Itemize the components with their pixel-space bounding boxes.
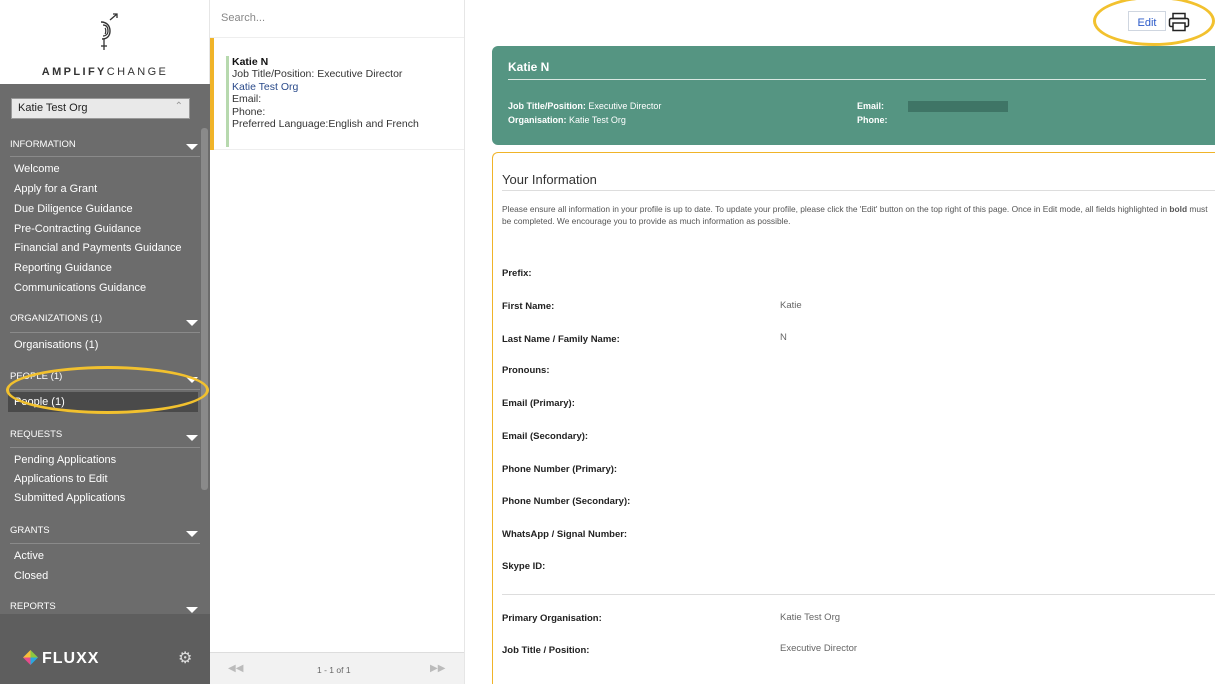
- section-title: Your Information: [502, 172, 597, 187]
- divider: [508, 79, 1206, 80]
- field-label-skype: Skype ID:: [502, 561, 546, 572]
- header-email: Email:: [857, 101, 885, 111]
- sidebar-item-organisations[interactable]: Organisations (1): [14, 339, 98, 351]
- card-organisation-link[interactable]: Katie Test Org: [232, 81, 298, 93]
- sidebar-nav: Katie Test Org ⌃ INFORMATION Welcome App…: [0, 84, 210, 614]
- edit-button[interactable]: Edit: [1128, 11, 1166, 31]
- sidebar-item-welcome[interactable]: Welcome: [14, 163, 60, 175]
- selected-accent: [210, 38, 214, 150]
- divider: [10, 447, 200, 448]
- profile-header-card: Katie N Job Title/Position: Executive Di…: [492, 46, 1215, 145]
- collapse-arrow-icon[interactable]: [186, 320, 198, 326]
- section-people-header[interactable]: PEOPLE (1): [10, 371, 62, 382]
- field-label-phone-primary: Phone Number (Primary):: [502, 464, 618, 475]
- field-label-first-name: First Name:: [502, 301, 555, 312]
- divider: [502, 190, 1215, 191]
- field-value-first-name: Katie: [780, 300, 802, 311]
- section-reports-header[interactable]: REPORTS: [10, 601, 56, 612]
- sidebar-item-due-diligence[interactable]: Due Diligence Guidance: [14, 203, 133, 215]
- brand-wordmark: AMPLIFYCHANGE: [41, 66, 169, 78]
- header-phone: Phone:: [857, 115, 888, 125]
- sidebar-item-people[interactable]: People (1): [8, 392, 198, 412]
- list-item[interactable]: Katie N Job Title/Position: Executive Di…: [210, 38, 464, 150]
- field-label-email-secondary: Email (Secondary):: [502, 431, 589, 442]
- organisation-select-value: Katie Test Org: [18, 102, 88, 114]
- card-phone: Phone:: [232, 106, 266, 118]
- header-job-title: Job Title/Position: Executive Director: [508, 101, 662, 111]
- section-grants-header[interactable]: GRANTS: [10, 525, 50, 536]
- select-caret-icon: ⌃: [174, 101, 183, 112]
- sidebar-item-applications-to-edit[interactable]: Applications to Edit: [14, 473, 108, 485]
- collapse-arrow-icon[interactable]: [186, 435, 198, 441]
- sidebar-item-active[interactable]: Active: [14, 550, 44, 562]
- header-organisation: Organisation: Katie Test Org: [508, 115, 626, 125]
- sidebar: AMPLIFYCHANGE Katie Test Org ⌃ INFORMATI…: [0, 0, 210, 684]
- profile-name: Katie N: [508, 60, 550, 74]
- prev-page-icon[interactable]: ◀◀: [228, 663, 243, 674]
- field-label-last-name: Last Name / Family Name:: [502, 334, 620, 345]
- card-name: Katie N: [232, 56, 269, 68]
- sidebar-item-reporting-guidance[interactable]: Reporting Guidance: [14, 262, 112, 274]
- print-icon[interactable]: [1168, 12, 1190, 32]
- page-info: 1 - 1 of 1: [317, 665, 351, 675]
- sidebar-scrollbar[interactable]: [201, 128, 208, 490]
- amplifychange-logo-icon: [100, 13, 118, 50]
- divider: [502, 594, 1215, 595]
- card-language: Preferred Language:English and French: [232, 118, 419, 130]
- field-label-primary-organisation: Primary Organisation:: [502, 613, 602, 624]
- collapse-arrow-icon[interactable]: [186, 531, 198, 537]
- redacted-email: [908, 101, 1008, 112]
- collapse-arrow-icon[interactable]: [186, 377, 198, 383]
- sidebar-item-pending-applications[interactable]: Pending Applications: [14, 454, 116, 466]
- field-value-primary-organisation: Katie Test Org: [780, 612, 841, 623]
- profile-detail-panel: Edit Katie N Job Title/Position: Executi…: [466, 0, 1215, 684]
- sidebar-item-financial-payments[interactable]: Financial and Payments Guidance: [14, 242, 182, 254]
- section-information-header[interactable]: INFORMATION: [10, 139, 76, 150]
- search-input[interactable]: [221, 12, 451, 24]
- sidebar-footer: FLUXX ⚙: [0, 614, 210, 684]
- logo-area: AMPLIFYCHANGE: [0, 0, 210, 84]
- section-organizations-header[interactable]: ORGANIZATIONS (1): [10, 313, 102, 324]
- fluxx-logo: FLUXX: [23, 650, 99, 668]
- sidebar-item-communications[interactable]: Communications Guidance: [14, 282, 146, 294]
- status-bar: [226, 56, 229, 147]
- collapse-arrow-icon[interactable]: [186, 144, 198, 150]
- sidebar-item-closed[interactable]: Closed: [14, 570, 48, 582]
- fluxx-logo-icon: [23, 650, 38, 665]
- next-page-icon[interactable]: ▶▶: [430, 663, 445, 674]
- card-email: Email:: [232, 93, 262, 105]
- sidebar-item-submitted-applications[interactable]: Submitted Applications: [14, 492, 125, 504]
- your-information-card: Your Information Please ensure all infor…: [492, 152, 1215, 684]
- field-label-whatsapp: WhatsApp / Signal Number:: [502, 529, 628, 540]
- card-job-title: Job Title/Position: Executive Director: [232, 68, 403, 80]
- divider: [10, 543, 200, 544]
- divider: [10, 156, 200, 157]
- organisation-select[interactable]: Katie Test Org ⌃: [11, 98, 190, 119]
- gear-icon[interactable]: ⚙: [178, 648, 192, 668]
- sidebar-item-pre-contracting[interactable]: Pre-Contracting Guidance: [14, 223, 141, 235]
- pagination: ◀◀ 1 - 1 of 1 ▶▶: [210, 652, 464, 684]
- collapse-arrow-icon[interactable]: [186, 607, 198, 613]
- field-label-prefix: Prefix:: [502, 268, 532, 279]
- field-label-job-title: Job Title / Position:: [502, 645, 590, 656]
- instructions-text: Please ensure all information in your pr…: [502, 204, 1208, 226]
- sidebar-item-apply-for-grant[interactable]: Apply for a Grant: [14, 183, 97, 195]
- app-window: AMPLIFYCHANGE Katie Test Org ⌃ INFORMATI…: [0, 0, 1215, 684]
- field-label-pronouns: Pronouns:: [502, 365, 550, 376]
- search-bar: [210, 0, 464, 38]
- field-label-email-primary: Email (Primary):: [502, 398, 575, 409]
- field-value-last-name: N: [780, 332, 787, 343]
- field-value-job-title: Executive Director: [780, 643, 858, 654]
- field-label-phone-secondary: Phone Number (Secondary):: [502, 496, 631, 507]
- divider: [10, 332, 200, 333]
- people-list-panel: Katie N Job Title/Position: Executive Di…: [210, 0, 465, 684]
- divider: [10, 389, 200, 390]
- section-requests-header[interactable]: REQUESTS: [10, 429, 62, 440]
